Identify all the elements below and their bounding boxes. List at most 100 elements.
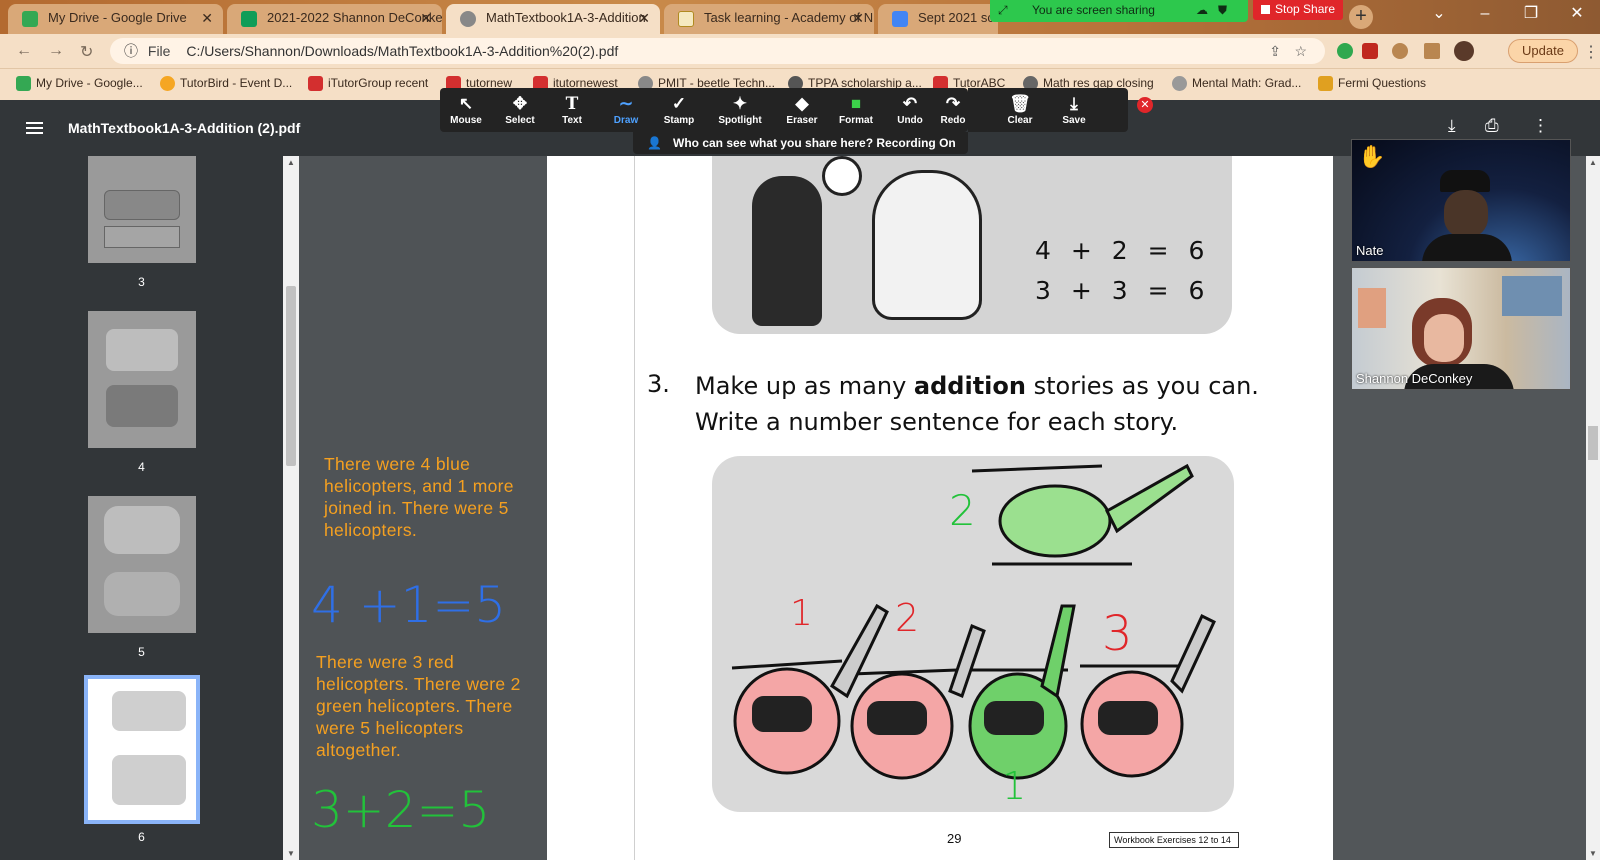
- tool-redo[interactable]: ↷ Redo: [938, 93, 968, 126]
- reload-icon[interactable]: ↻: [80, 42, 93, 62]
- tool-format[interactable]: ■ Format: [830, 93, 882, 126]
- bookmark-fermi[interactable]: Fermi Questions: [1318, 76, 1426, 91]
- scroll-down-icon[interactable]: ▼: [1589, 849, 1597, 858]
- tool-select[interactable]: ✥ Select: [494, 93, 546, 126]
- new-tab-button[interactable]: +: [1349, 5, 1373, 29]
- tab-search-chevron-icon[interactable]: ⌄: [1416, 0, 1462, 30]
- thumbnail-page-6[interactable]: [84, 675, 200, 824]
- address-field[interactable]: ⓘ File C:/Users/Shannon/Downloads/MathTe…: [110, 38, 1325, 64]
- tab-sheets[interactable]: 2021-2022 Shannon DeConkey ✕: [227, 4, 442, 34]
- screen-share-banner[interactable]: ⤢ You are screen sharing ☁ ⛊: [990, 0, 1248, 22]
- star-icon[interactable]: ☆: [1294, 38, 1307, 64]
- save-icon: ⤓: [1070, 94, 1078, 113]
- scrollbar-thumb[interactable]: [286, 286, 296, 466]
- thumbnail-label: 3: [138, 275, 145, 289]
- bookmark-mental-math[interactable]: Mental Math: Grad...: [1172, 76, 1301, 91]
- squiggle-icon: ∼: [618, 94, 634, 113]
- tool-spotlight[interactable]: ✦ Spotlight: [714, 93, 766, 126]
- close-toolbar-icon[interactable]: ✕: [1137, 97, 1153, 113]
- bookmark-itutorgroup[interactable]: iTutorGroup recent: [308, 76, 428, 91]
- minimize-button[interactable]: –: [1462, 0, 1508, 30]
- page-margin-line: [634, 156, 635, 860]
- download-icon[interactable]: ⤓: [1448, 116, 1456, 136]
- question-number: 3.: [647, 370, 670, 398]
- tab-close-icon[interactable]: ✕: [420, 4, 432, 32]
- restore-button[interactable]: ❐: [1508, 0, 1554, 30]
- scrollbar-thumb[interactable]: [1588, 426, 1598, 460]
- extension-sidebar-icon[interactable]: [1424, 43, 1440, 59]
- tool-eraser[interactable]: ◆ Eraser: [776, 93, 828, 126]
- zoom-annotation-toolbar: ↖ Mouse ✥ Select T Text ∼ Draw ✓ Stamp ✦ Spotl…: [440, 88, 968, 132]
- globe-icon: [1172, 76, 1187, 91]
- workbook-reference: Workbook Exercises 12 to 14: [1109, 832, 1239, 848]
- pdf-page: 4 + 2 = 6 3 + 3 = 6 3. Make up as many a…: [547, 156, 1333, 860]
- extension-evernote-icon[interactable]: [1337, 43, 1353, 59]
- wand-icon: ✦: [732, 94, 748, 113]
- share-icon[interactable]: ⇪: [1269, 38, 1281, 64]
- more-menu-icon[interactable]: ⋮: [1583, 42, 1599, 62]
- video-tile-nate[interactable]: ✋ Nate: [1351, 139, 1571, 262]
- thumbnail-page-5[interactable]: [88, 496, 196, 633]
- stop-share-button[interactable]: Stop Share: [1253, 0, 1343, 20]
- forward-arrow-icon[interactable]: →: [48, 42, 64, 60]
- zoom-annotation-toolbar-right: 🗑 Clear ⤓ Save: [968, 88, 1128, 132]
- equation-4-plus-2: 4 + 2 = 6: [1035, 236, 1211, 265]
- shield-icon: ⛊: [1218, 3, 1228, 17]
- tool-text[interactable]: T Text: [546, 93, 598, 126]
- tool-undo[interactable]: ↶ Undo: [884, 93, 936, 126]
- tool-mouse[interactable]: ↖ Mouse: [440, 93, 492, 126]
- story-text-2: There were 3 red helicopters. There were…: [316, 652, 521, 760]
- check-icon: ✓: [671, 94, 687, 113]
- tab-docs[interactable]: Sept 2021 sc: [878, 4, 998, 34]
- extension-ublock-icon[interactable]: [1362, 43, 1378, 59]
- tab-close-icon[interactable]: ✕: [638, 4, 650, 32]
- scroll-up-icon[interactable]: ▲: [287, 158, 295, 167]
- tab-task-learning[interactable]: Task learning - Academy of N ✕: [664, 4, 874, 34]
- video-tile-shannon[interactable]: Shannon DeConkey: [1351, 267, 1571, 390]
- academy-icon: [678, 11, 694, 27]
- thumbnail-page-3[interactable]: [88, 156, 196, 263]
- tab-google-drive[interactable]: My Drive - Google Drive ✕: [8, 4, 223, 34]
- bookmark-my-drive[interactable]: My Drive - Google...: [16, 76, 143, 91]
- thumbnail-page-4[interactable]: [88, 311, 196, 448]
- fermi-icon: [1318, 76, 1333, 91]
- mark-green-2: 2: [949, 486, 976, 535]
- close-window-button[interactable]: ✕: [1554, 0, 1600, 30]
- tab-close-icon[interactable]: ✕: [201, 4, 213, 32]
- more-vert-icon[interactable]: ⋮: [1532, 116, 1549, 136]
- browser-tab-strip: My Drive - Google Drive ✕ 2021-2022 Shan…: [0, 0, 1600, 34]
- page-number: 29: [947, 831, 962, 846]
- cloud-icon: ☁: [1196, 3, 1208, 17]
- color-swatch-icon: ■: [850, 94, 862, 113]
- stop-icon: [1261, 5, 1270, 14]
- bookmark-tutorbird[interactable]: TutorBird - Event D...: [160, 76, 292, 91]
- menu-icon[interactable]: [26, 122, 43, 124]
- extension-puzzle-icon[interactable]: [1392, 43, 1408, 59]
- sidebar-scrollbar[interactable]: ▲ ▼: [283, 156, 299, 860]
- recording-notice[interactable]: 👤 Who can see what you share here? Recor…: [633, 132, 968, 154]
- page-scrollbar[interactable]: ▲ ▼: [1586, 156, 1600, 860]
- tab-pdf[interactable]: MathTextbook1A-3-Addition ✕: [446, 4, 660, 34]
- print-icon[interactable]: ⎙: [1485, 116, 1499, 136]
- tool-clear[interactable]: 🗑 Clear: [994, 93, 1046, 126]
- raised-hand-icon: ✋: [1358, 144, 1386, 169]
- handwritten-equation-1: 4 +1=5: [311, 576, 507, 634]
- scroll-up-icon[interactable]: ▲: [1589, 158, 1597, 167]
- back-arrow-icon[interactable]: ←: [16, 42, 32, 60]
- annotation-margin: There were 4 blue helicopters, and 1 mor…: [299, 156, 547, 860]
- profile-avatar[interactable]: [1454, 41, 1474, 61]
- address-toolbar: ← → ↻ ⓘ File C:/Users/Shannon/Downloads/…: [0, 34, 1600, 68]
- tool-save[interactable]: ⤓ Save: [1048, 93, 1100, 126]
- tab-close-icon[interactable]: ✕: [852, 4, 864, 32]
- info-icon: ⓘ: [124, 43, 138, 59]
- mark-red-2: 2: [895, 596, 920, 640]
- tool-stamp[interactable]: ✓ Stamp: [653, 93, 705, 126]
- scroll-down-icon[interactable]: ▼: [287, 849, 295, 858]
- tool-draw[interactable]: ∼ Draw: [600, 93, 652, 126]
- update-button[interactable]: Update: [1508, 39, 1578, 63]
- text-icon: T: [565, 94, 579, 114]
- globe-icon: [460, 11, 476, 27]
- tutorbird-icon: [160, 76, 175, 91]
- google-drive-icon: [22, 11, 38, 27]
- mark-green-1: 1: [1002, 764, 1027, 808]
